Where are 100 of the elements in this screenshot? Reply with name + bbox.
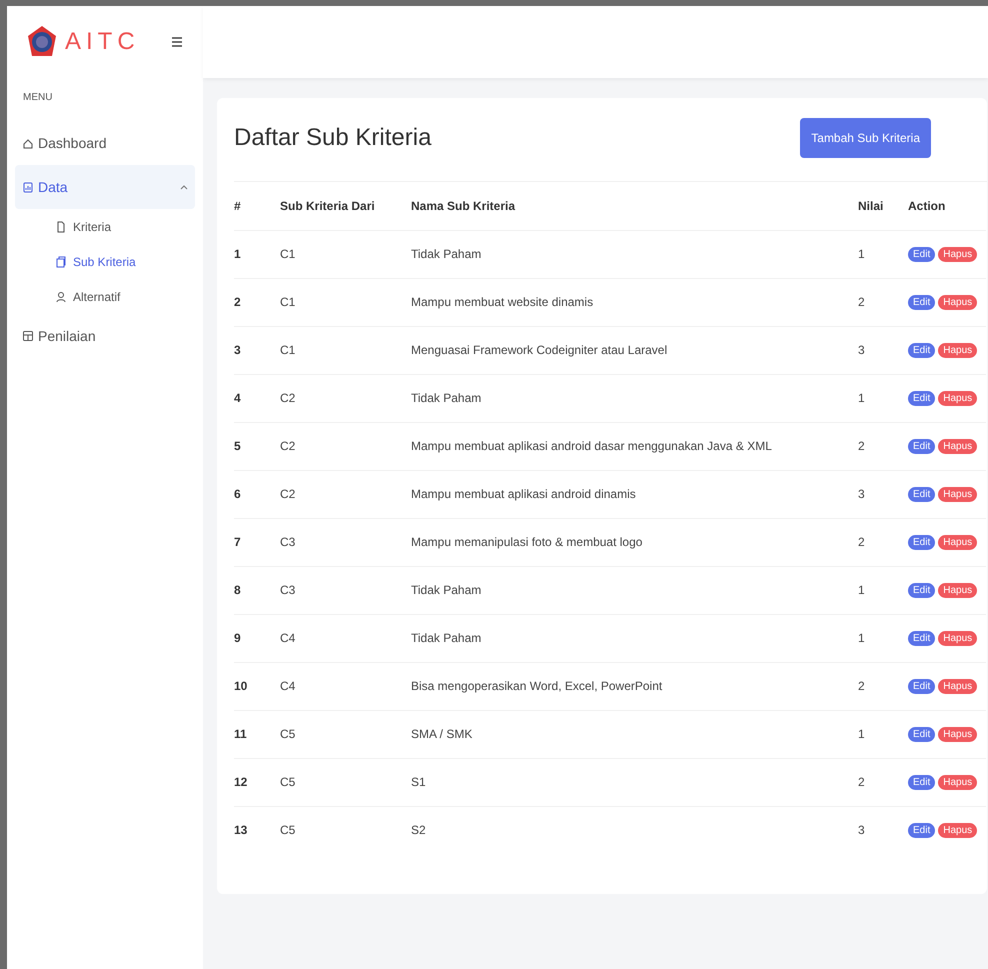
table-cell: Mampu membuat aplikasi android dinamis	[411, 487, 636, 501]
menu-item[interactable]: Dashboard	[15, 121, 195, 165]
table-cell: C5	[280, 727, 296, 741]
edit-button[interactable]: Edit	[908, 534, 936, 550]
table-cell: 4	[234, 391, 241, 405]
table-cell: 6	[234, 487, 241, 501]
table-cell: 1	[234, 247, 241, 261]
table-cell: C2	[280, 487, 296, 501]
edit-button[interactable]: Edit	[908, 342, 936, 358]
table-cell: Tidak Paham	[411, 247, 482, 261]
delete-button[interactable]: Hapus	[938, 438, 978, 454]
delete-button[interactable]: Hapus	[938, 534, 978, 550]
user-icon	[55, 290, 67, 302]
table-cell: 12	[234, 775, 248, 789]
menu-item[interactable]: Data	[15, 165, 195, 209]
column-header: Nilai	[858, 198, 884, 213]
column-header: Sub Kriteria Dari	[280, 198, 375, 213]
table-cell: C3	[280, 535, 296, 549]
delete-button[interactable]: Hapus	[938, 678, 978, 694]
menu-heading: MENU	[22, 91, 54, 105]
table-icon	[22, 330, 34, 342]
table-cell: 3	[858, 823, 865, 838]
table-cell: Mampu membuat website dinamis	[411, 295, 594, 309]
delete-button[interactable]: Hapus	[938, 390, 978, 406]
table-cell: Mampu membuat aplikasi android dasar menggunakan Java & XML	[411, 439, 772, 453]
logo-icon	[27, 25, 57, 59]
edit-button[interactable]: Edit	[908, 294, 936, 310]
table-cell: C3	[280, 583, 296, 597]
table-cell: SMA / SMK	[411, 727, 472, 741]
table-cell: C4	[280, 631, 296, 645]
table-cell: 13	[234, 823, 248, 838]
delete-button[interactable]: Hapus	[938, 486, 978, 502]
table-cell: Tidak Paham	[411, 631, 482, 645]
table-cell: 2	[858, 439, 865, 453]
submenu-item[interactable]: Alternatif	[55, 279, 203, 314]
home-icon	[22, 137, 34, 149]
table-cell: C2	[280, 391, 296, 405]
menu-icon[interactable]	[171, 36, 183, 48]
column-header: Action	[908, 198, 946, 213]
copy-icon	[55, 256, 67, 268]
table-cell: 3	[234, 343, 241, 357]
edit-button[interactable]: Edit	[908, 630, 936, 646]
edit-button[interactable]: Edit	[908, 678, 936, 694]
submenu-item[interactable]: Sub Kriteria	[55, 244, 203, 279]
table-cell: 5	[234, 439, 241, 453]
table-cell: 1	[858, 391, 865, 405]
table-cell: C4	[280, 679, 296, 693]
edit-button[interactable]: Edit	[908, 246, 936, 262]
table-cell: 2	[858, 775, 865, 789]
table-cell: 11	[234, 727, 247, 741]
table-cell: 9	[234, 631, 241, 645]
delete-button[interactable]: Hapus	[938, 294, 978, 310]
chart-icon	[22, 181, 34, 193]
table-cell: 3	[858, 343, 865, 357]
table-cell: 3	[858, 487, 865, 501]
column-header: #	[234, 198, 241, 213]
table-cell: 2	[858, 295, 865, 309]
table-cell: S2	[411, 823, 426, 838]
table-cell: Bisa mengoperasikan Word, Excel, PowerPoint	[411, 679, 662, 693]
delete-button[interactable]: Hapus	[938, 630, 978, 646]
table-cell: 1	[858, 727, 865, 741]
submenu-item[interactable]: Kriteria	[55, 209, 203, 244]
edit-button[interactable]: Edit	[908, 438, 936, 454]
table-cell: Mampu memanipulasi foto & membuat logo	[411, 535, 642, 549]
edit-button[interactable]: Edit	[908, 822, 936, 838]
table-cell: 10	[234, 679, 248, 693]
table-cell: Tidak Paham	[411, 391, 482, 405]
file-icon	[55, 220, 67, 232]
table-cell: 8	[234, 583, 241, 597]
table-cell: C5	[280, 823, 296, 838]
brand-name: AITC	[65, 27, 140, 57]
delete-button[interactable]: Hapus	[938, 342, 978, 358]
edit-button[interactable]: Edit	[908, 582, 936, 598]
table-cell: C5	[280, 775, 296, 789]
table-cell: 1	[858, 631, 865, 645]
delete-button[interactable]: Hapus	[938, 774, 978, 790]
table-cell: C1	[280, 247, 296, 261]
table-cell: C1	[280, 343, 296, 357]
table-cell: C2	[280, 439, 296, 453]
edit-button[interactable]: Edit	[908, 486, 936, 502]
card-title: Daftar Sub Kriteria	[234, 123, 432, 153]
edit-button[interactable]: Edit	[908, 726, 936, 742]
menu-item[interactable]: Penilaian	[15, 314, 195, 358]
table-cell: Menguasai Framework Codeigniter atau Laravel	[411, 343, 668, 357]
edit-button[interactable]: Edit	[908, 390, 936, 406]
table-cell: S1	[411, 775, 426, 789]
table-cell: 2	[858, 535, 865, 549]
table-cell: Tidak Paham	[411, 583, 482, 597]
table-cell: 1	[858, 583, 865, 597]
delete-button[interactable]: Hapus	[938, 246, 978, 262]
delete-button[interactable]: Hapus	[938, 582, 978, 598]
edit-button[interactable]: Edit	[908, 774, 936, 790]
column-header: Nama Sub Kriteria	[411, 198, 516, 213]
table-cell: C1	[280, 295, 296, 309]
delete-button[interactable]: Hapus	[938, 726, 978, 742]
table-cell: 1	[858, 247, 865, 261]
delete-button[interactable]: Hapus	[938, 822, 978, 838]
add-button[interactable]: Tambah Sub Kriteria	[800, 118, 931, 158]
table-cell: 2	[858, 679, 865, 693]
table-cell: 7	[234, 535, 241, 549]
